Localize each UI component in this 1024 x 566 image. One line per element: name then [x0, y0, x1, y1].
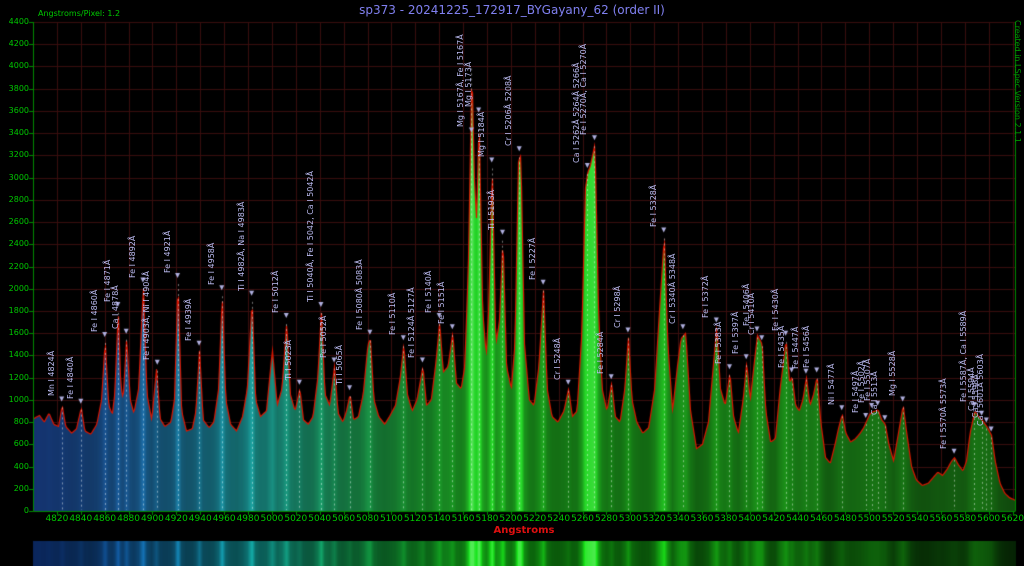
spectroscopy-app-window: sp373 - 20241225_172917_BYGayany_62 (ord…	[0, 0, 1024, 566]
spectrum-canvas[interactable]	[0, 0, 1024, 566]
